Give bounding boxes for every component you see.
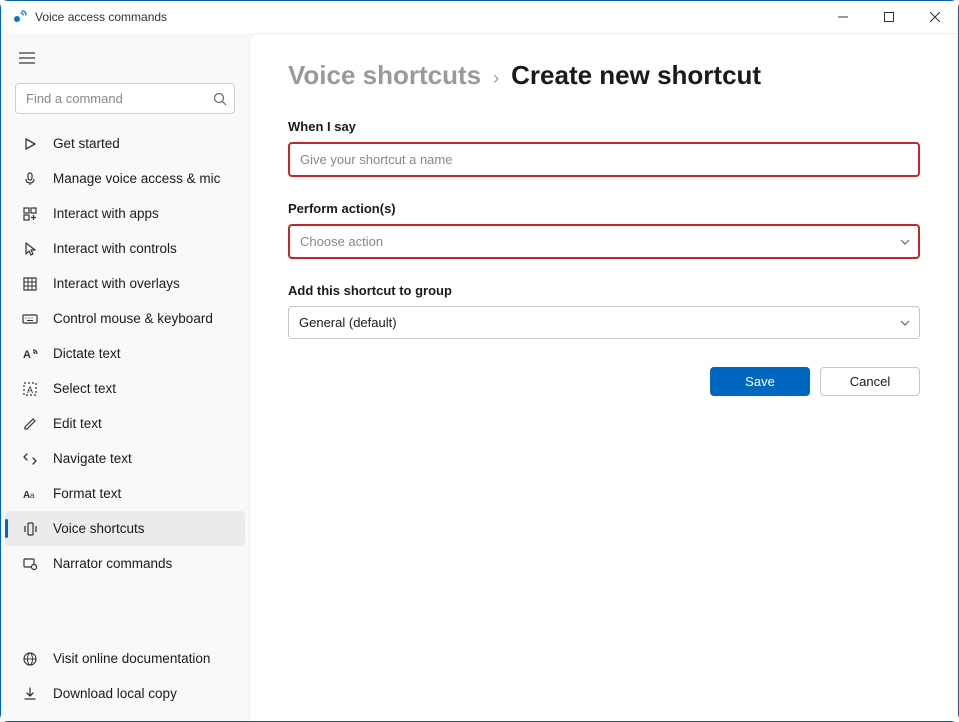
app-icon [11,9,27,25]
sidebar-item-dictate-text[interactable]: A Dictate text [5,336,245,371]
sidebar-item-format-text[interactable]: Aa Format text [5,476,245,511]
search-input[interactable] [15,83,235,114]
sidebar-item-label: Control mouse & keyboard [53,311,213,326]
cursor-icon [21,240,39,258]
window-controls [820,1,958,33]
sidebar-item-label: Navigate text [53,451,132,466]
sidebar-item-label: Select text [53,381,116,396]
window-title: Voice access commands [35,10,167,24]
svg-text:A: A [23,349,31,361]
narrator-icon [21,555,39,573]
sidebar-item-download[interactable]: Download local copy [5,676,245,711]
save-button[interactable]: Save [710,367,810,396]
dictate-icon: A [21,345,39,363]
nav-list: Get started Manage voice access & mic In… [1,122,249,637]
sidebar-item-label: Edit text [53,416,102,431]
add-to-group-label: Add this shortcut to group [288,283,920,298]
sidebar: Get started Manage voice access & mic In… [1,33,249,721]
field-when-i-say: When I say [288,119,920,177]
sidebar-item-label: Format text [53,486,121,501]
svg-text:A: A [27,385,33,395]
search-wrap [15,83,235,114]
sidebar-item-voice-shortcuts[interactable]: Voice shortcuts [5,511,245,546]
apps-icon [21,205,39,223]
navigate-icon [21,450,39,468]
button-row: Save Cancel [288,367,920,396]
sidebar-item-label: Get started [53,136,120,151]
mic-icon [21,170,39,188]
cancel-button[interactable]: Cancel [820,367,920,396]
globe-icon [21,650,39,668]
sidebar-item-label: Interact with controls [53,241,177,256]
sidebar-item-mouse-keyboard[interactable]: Control mouse & keyboard [5,301,245,336]
sidebar-item-documentation[interactable]: Visit online documentation [5,641,245,676]
shortcut-name-input[interactable] [288,142,920,177]
main-panel: Voice shortcuts › Create new shortcut Wh… [249,33,958,721]
sidebar-item-interact-controls[interactable]: Interact with controls [5,231,245,266]
download-icon [21,685,39,703]
grid-icon [21,275,39,293]
format-icon: Aa [21,485,39,503]
sidebar-item-label: Manage voice access & mic [53,171,220,186]
when-i-say-label: When I say [288,119,920,134]
keyboard-icon [21,310,39,328]
sidebar-item-label: Download local copy [53,686,177,701]
sidebar-item-label: Interact with apps [53,206,159,221]
breadcrumb-current: Create new shortcut [511,60,761,91]
chevron-right-icon: › [493,68,499,89]
sidebar-item-label: Narrator commands [53,556,172,571]
field-add-to-group: Add this shortcut to group General (defa… [288,283,920,339]
hamburger-button[interactable] [9,41,45,75]
field-perform-actions: Perform action(s) Choose action [288,201,920,259]
sidebar-item-label: Voice shortcuts [53,521,145,536]
shortcut-icon [21,520,39,538]
sidebar-item-interact-apps[interactable]: Interact with apps [5,196,245,231]
maximize-button[interactable] [866,1,912,33]
svg-text:a: a [30,491,35,500]
choose-action-select[interactable]: Choose action [288,224,920,259]
sidebar-item-label: Visit online documentation [53,651,210,666]
sidebar-item-label: Interact with overlays [53,276,180,291]
sidebar-item-select-text[interactable]: A Select text [5,371,245,406]
titlebar: Voice access commands [1,1,958,33]
sidebar-footer: Visit online documentation Download loca… [1,637,249,721]
sidebar-item-manage-voice[interactable]: Manage voice access & mic [5,161,245,196]
play-icon [21,135,39,153]
perform-actions-label: Perform action(s) [288,201,920,216]
sidebar-item-interact-overlays[interactable]: Interact with overlays [5,266,245,301]
select-icon: A [21,380,39,398]
breadcrumb-parent[interactable]: Voice shortcuts [288,60,481,91]
sidebar-item-navigate-text[interactable]: Navigate text [5,441,245,476]
edit-icon [21,415,39,433]
search-icon [213,92,227,106]
group-select[interactable]: General (default) [288,306,920,339]
breadcrumb: Voice shortcuts › Create new shortcut [288,60,920,91]
minimize-button[interactable] [820,1,866,33]
sidebar-item-label: Dictate text [53,346,121,361]
close-button[interactable] [912,1,958,33]
sidebar-item-narrator[interactable]: Narrator commands [5,546,245,581]
sidebar-item-edit-text[interactable]: Edit text [5,406,245,441]
sidebar-item-get-started[interactable]: Get started [5,126,245,161]
